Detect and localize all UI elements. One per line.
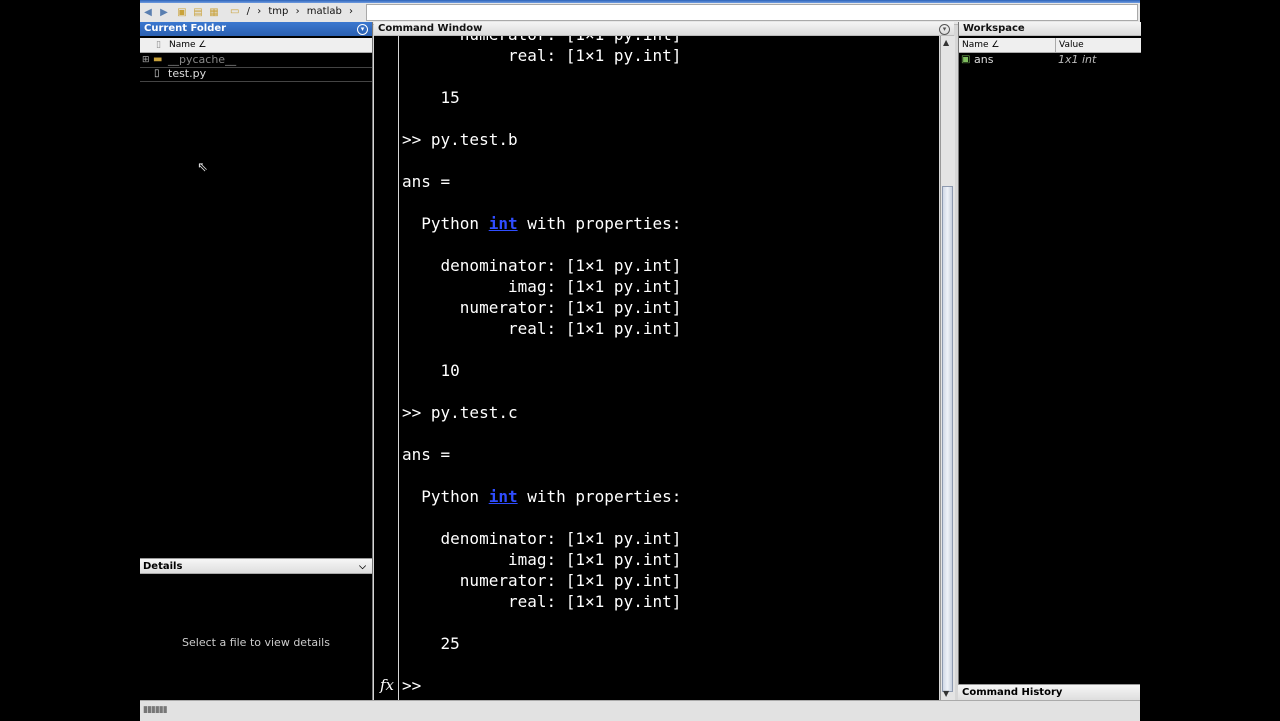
expand-icon[interactable]: ⊞ xyxy=(142,53,150,67)
command-window-title[interactable]: Command Window ▾ xyxy=(374,22,954,36)
forward-icon[interactable]: ▶ xyxy=(158,7,170,19)
crumb-separator: › xyxy=(295,6,300,17)
crumb-root[interactable]: / xyxy=(247,6,250,17)
current-folder-title-text: Current Folder xyxy=(144,23,227,34)
workspace-title[interactable]: Workspace xyxy=(959,22,1141,36)
up-folder-icon[interactable]: ▣ xyxy=(176,7,188,19)
mouse-cursor-icon: ⇖ xyxy=(197,160,208,175)
refresh-icon[interactable]: ▦ xyxy=(208,7,220,19)
crumb-separator: › xyxy=(257,6,262,17)
workspace-column-header[interactable]: Name ∠ Value xyxy=(959,38,1141,53)
address-field[interactable] xyxy=(366,4,1138,21)
vertical-scrollbar[interactable]: ▲ ▼ xyxy=(940,36,955,700)
command-gutter xyxy=(374,36,398,700)
browse-folder-icon[interactable]: ▤ xyxy=(192,7,204,19)
details-message: Select a file to view details xyxy=(182,636,330,649)
scrollbar-thumb[interactable] xyxy=(942,186,953,692)
details-title-text: Details xyxy=(143,561,183,572)
crumb-tmp[interactable]: tmp xyxy=(268,6,288,17)
back-icon[interactable]: ◀ xyxy=(142,7,154,19)
scroll-down-icon[interactable]: ▼ xyxy=(943,689,949,698)
command-window-panel: Command Window ▾ numerator: [1×1 py.int]… xyxy=(374,22,955,700)
file-name: test.py xyxy=(168,67,207,80)
table-row[interactable]: ▣ ans 1x1 int xyxy=(959,53,1141,67)
crumb-matlab[interactable]: matlab xyxy=(307,6,342,17)
status-bar: ▮▮▮▮▮▮ xyxy=(140,700,1140,721)
command-console[interactable]: numerator: [1×1 py.int] real: [1×1 py.in… xyxy=(399,36,939,700)
command-history-title-text: Command History xyxy=(962,687,1063,698)
value-column-label[interactable]: Value xyxy=(1055,38,1084,52)
name-column-label[interactable]: Name ∠ xyxy=(169,38,206,52)
command-history-title[interactable]: Command History xyxy=(958,684,1140,700)
command-window-title-text: Command Window xyxy=(378,23,483,34)
chevron-down-icon[interactable]: ⌵ xyxy=(359,559,366,575)
int-help-link[interactable]: int xyxy=(489,487,518,506)
panel-actions-icon[interactable]: ▾ xyxy=(939,24,950,35)
workspace-title-text: Workspace xyxy=(963,23,1025,34)
status-grip-icon: ▮▮▮▮▮▮ xyxy=(143,705,168,715)
window-title-strip xyxy=(140,0,1140,3)
folder-icon: ▬ xyxy=(153,54,163,65)
python-file-icon: ▯ xyxy=(154,68,160,79)
file-type-icon: ▯ xyxy=(156,40,161,50)
folder-name: __pycache__ xyxy=(168,53,237,66)
details-title[interactable]: Details ⌵ xyxy=(140,558,372,574)
console-output[interactable]: numerator: [1×1 py.int] real: [1×1 py.in… xyxy=(402,36,681,696)
name-column-label[interactable]: Name ∠ xyxy=(962,38,999,52)
variable-name: ans xyxy=(974,53,994,66)
function-browser-icon[interactable]: fx xyxy=(380,676,394,694)
matlab-app: ◀ ▶ ▣ ▤ ▦ ▭ / › tmp › matlab › Current F… xyxy=(140,0,1141,721)
breadcrumb[interactable]: ▭ / › tmp › matlab › xyxy=(230,6,357,17)
folder-icon: ▭ xyxy=(230,6,240,17)
list-item[interactable]: ⊞ ▬ __pycache__ xyxy=(140,53,372,68)
int-help-link[interactable]: int xyxy=(489,214,518,233)
folder-column-header[interactable]: ▯ Name ∠ xyxy=(140,38,372,53)
panel-actions-icon[interactable]: ▾ xyxy=(357,24,368,35)
crumb-separator: › xyxy=(349,6,354,17)
list-item[interactable]: ▯ test.py xyxy=(140,67,372,82)
variable-value: 1x1 int xyxy=(1058,53,1097,66)
workspace-panel: Workspace Name ∠ Value ▣ ans 1x1 int xyxy=(958,22,1141,700)
scroll-up-icon[interactable]: ▲ xyxy=(943,38,949,47)
current-folder-title[interactable]: Current Folder ▾ xyxy=(140,22,372,36)
variable-icon: ▣ xyxy=(961,54,971,65)
details-panel: Select a file to view details xyxy=(140,574,372,700)
